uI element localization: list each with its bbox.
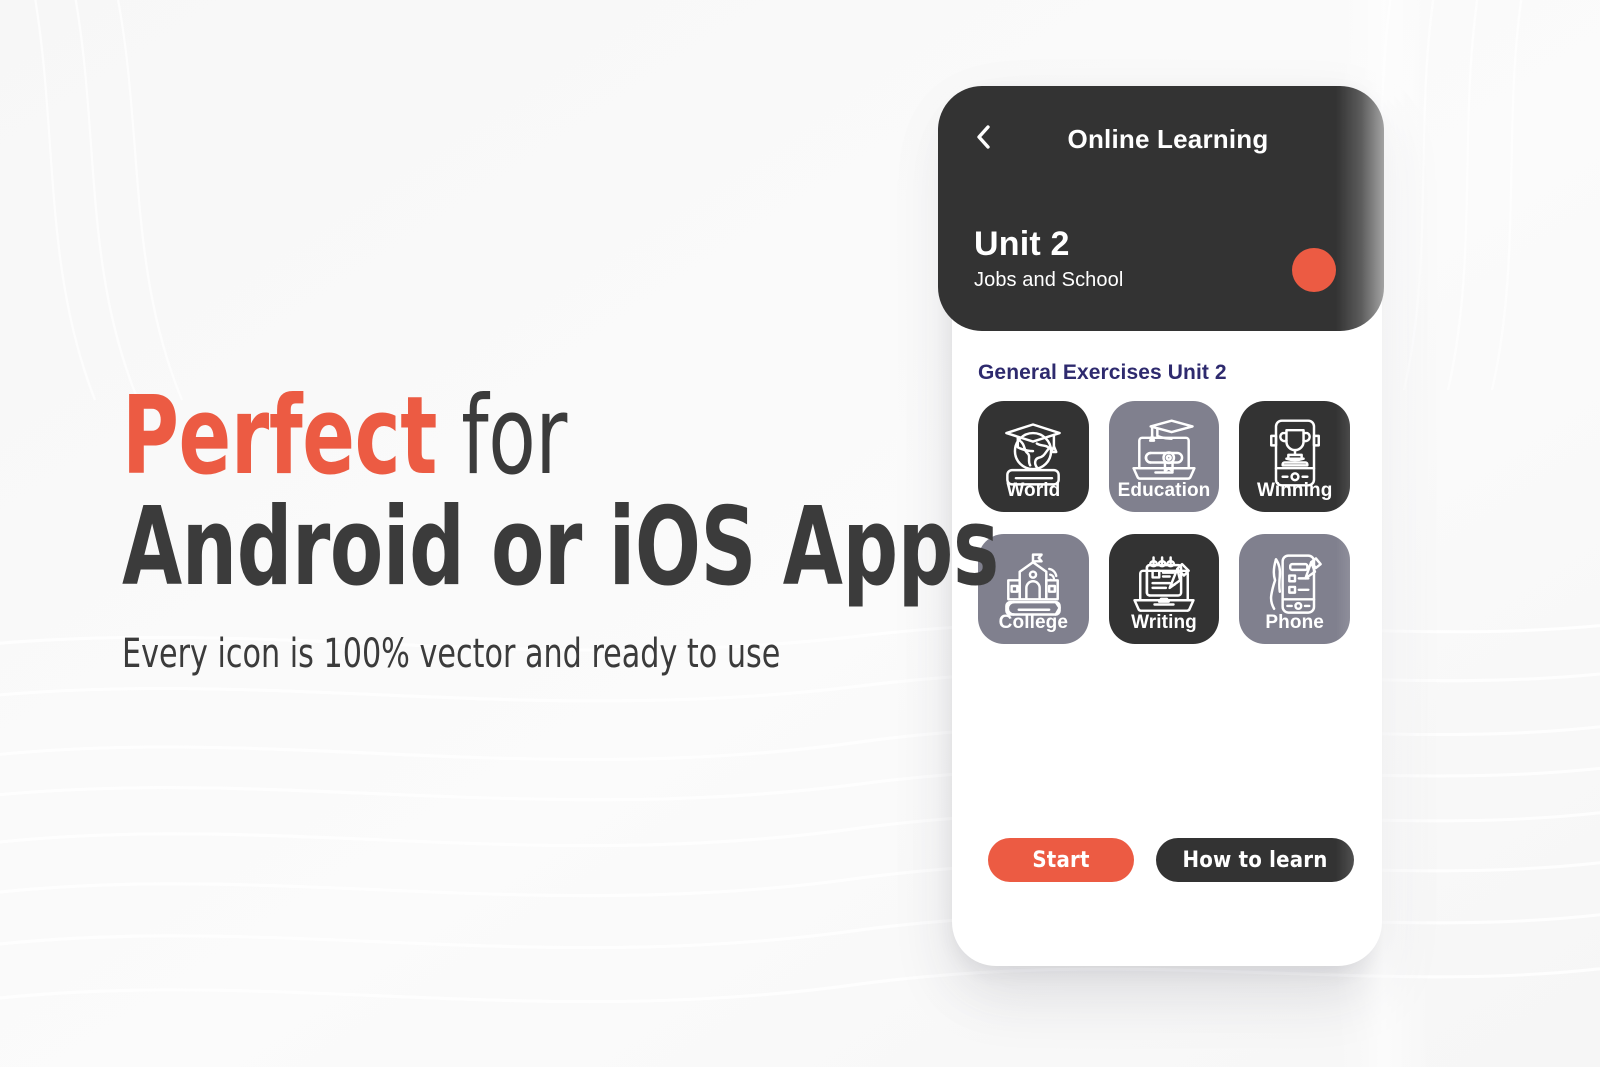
tile-winning[interactable]: Winning [1239, 401, 1351, 512]
start-button[interactable]: Start [988, 838, 1134, 882]
phone-trophy-icon [1256, 415, 1334, 491]
laptop-diploma-cap-icon [1125, 415, 1203, 491]
unit-title: Unit 2 [974, 225, 1070, 263]
unit-status-dot [1292, 248, 1336, 292]
promo-subline: Every icon is 100% vector and ready to u… [122, 630, 781, 677]
app-title: Online Learning [1067, 124, 1269, 154]
section-label: General Exercises Unit 2 [978, 361, 1227, 384]
app-header: Online Learning Unit 2 Jobs and School [938, 86, 1384, 331]
school-building-wifi-icon [994, 548, 1072, 624]
action-button-row: Start How to learn [988, 838, 1354, 882]
phone-mockup: Online Learning Unit 2 Jobs and School G… [938, 86, 1384, 966]
laptop-notepad-pencil-icon [1125, 548, 1203, 624]
phone-screen: Online Learning Unit 2 Jobs and School G… [938, 86, 1384, 966]
headline-line-2: Android or iOS Apps [122, 484, 999, 610]
unit-block: Unit 2 Jobs and School [974, 225, 1124, 292]
tile-education[interactable]: Education [1108, 401, 1220, 512]
headline-rest: for [437, 374, 567, 499]
hand-phone-checklist-icon [1256, 548, 1334, 624]
tile-phone[interactable]: Phone [1239, 533, 1351, 645]
globe-graduation-book-icon [994, 415, 1072, 491]
exercise-tile-grid: World Education Winning College Writing … [978, 401, 1351, 645]
how-to-learn-button[interactable]: How to learn [1156, 838, 1354, 882]
headline-accent-word: Perfect [122, 374, 437, 499]
headline-line-1: Perfect for [122, 383, 730, 491]
unit-subtitle: Jobs and School [974, 269, 1124, 292]
promo-block: Perfect for Android or iOS Apps Every ic… [122, 383, 999, 677]
tile-writing[interactable]: Writing [1108, 533, 1220, 645]
